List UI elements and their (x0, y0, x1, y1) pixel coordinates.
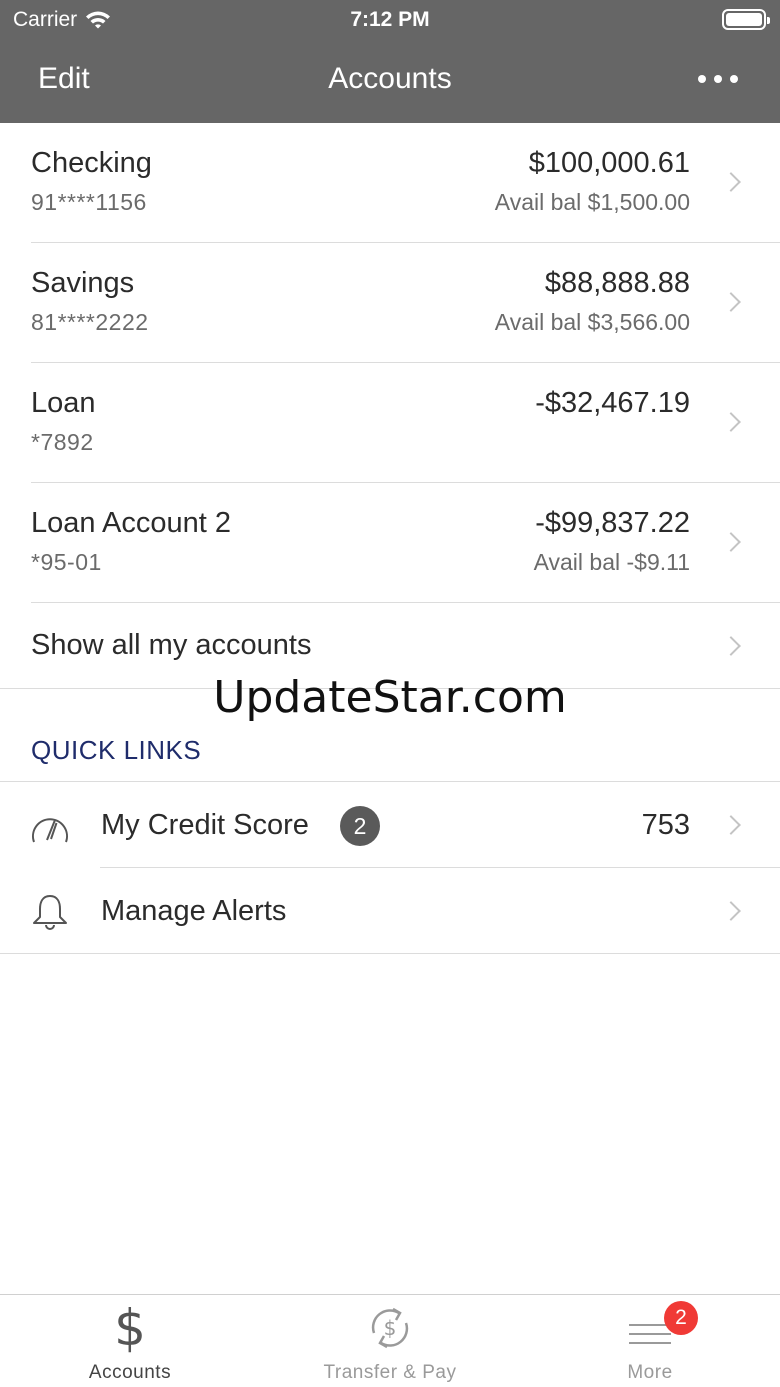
chevron-right-icon (721, 172, 741, 192)
status-time: 7:12 PM (350, 8, 430, 31)
account-balance: $88,888.88 (544, 267, 690, 299)
bell-icon (33, 895, 67, 930)
edit-button[interactable]: Edit (38, 62, 90, 96)
tab-label: Accounts (88, 1362, 172, 1383)
battery-icon (722, 9, 770, 30)
quick-link-credit-score[interactable]: My Credit Score 2 753 (0, 782, 780, 868)
chevron-right-icon (721, 636, 741, 656)
account-number: 91****1156 (31, 189, 147, 215)
account-row-loan-account-2[interactable]: Loan Account 2 *95-01 -$99,837.22 Avail … (0, 483, 780, 603)
accounts-list: Checking 91****1156 $100,000.61 Avail ba… (0, 123, 780, 689)
chevron-right-icon (721, 292, 741, 312)
status-bar: Carrier 7:12 PM (0, 0, 780, 40)
gauge-icon (32, 818, 68, 843)
quick-links-list: My Credit Score 2 753 Manage Alerts (0, 781, 780, 954)
page-title: Accounts (328, 62, 452, 95)
account-row-checking[interactable]: Checking 91****1156 $100,000.61 Avail ba… (0, 123, 780, 243)
tab-label: More (627, 1362, 673, 1383)
available-balance: Avail bal -$9.11 (533, 549, 690, 575)
account-balance: -$99,837.22 (535, 507, 690, 539)
account-name: Loan (31, 387, 96, 419)
quick-links-header: QUICK LINKS (31, 735, 202, 765)
account-row-loan[interactable]: Loan *7892 -$32,467.19 (0, 363, 780, 483)
account-row-savings[interactable]: Savings 81****2222 $88,888.88 Avail bal … (0, 243, 780, 363)
account-balance: -$32,467.19 (535, 387, 690, 419)
account-balance: $100,000.61 (528, 147, 690, 179)
dollar-icon: $ (114, 1299, 146, 1357)
available-balance: Avail bal $1,500.00 (494, 189, 690, 215)
tab-transfer-pay[interactable]: $ Transfer & Pay (290, 1295, 490, 1387)
chevron-right-icon (721, 532, 741, 552)
notification-badge: 2 (340, 806, 380, 846)
ellipsis-icon[interactable] (698, 62, 738, 96)
menu-lines-icon (550, 1303, 750, 1353)
chevron-right-icon (721, 901, 741, 921)
notification-badge: 2 (664, 1301, 698, 1335)
tab-label: Transfer & Pay (323, 1362, 457, 1383)
account-number: *7892 (31, 429, 94, 455)
svg-text:$: $ (384, 1316, 397, 1340)
quick-link-manage-alerts[interactable]: Manage Alerts (0, 868, 780, 954)
chevron-right-icon (721, 412, 741, 432)
account-name: Savings (31, 267, 135, 299)
account-name: Loan Account 2 (31, 507, 231, 539)
transfer-dollar-icon: $ (290, 1303, 490, 1353)
quick-link-label: My Credit Score (101, 809, 309, 841)
account-number: 81****2222 (31, 309, 149, 335)
tab-accounts[interactable]: $ Accounts (30, 1295, 230, 1387)
quick-link-label: Manage Alerts (101, 895, 287, 927)
account-number: *95-01 (31, 549, 102, 575)
navigation-header: Carrier 7:12 PM Edit Accounts (0, 0, 780, 123)
account-name: Checking (31, 147, 152, 179)
tab-more[interactable]: 2 More (550, 1295, 750, 1387)
tab-bar: $ Accounts $ Transfer & Pay 2 More (0, 1294, 780, 1387)
credit-score-value: 753 (641, 809, 690, 841)
available-balance: Avail bal $3,566.00 (494, 309, 690, 335)
chevron-right-icon (721, 815, 741, 835)
watermark-text: UpdateStar.com (213, 672, 567, 723)
show-all-accounts-label: Show all my accounts (31, 629, 312, 661)
